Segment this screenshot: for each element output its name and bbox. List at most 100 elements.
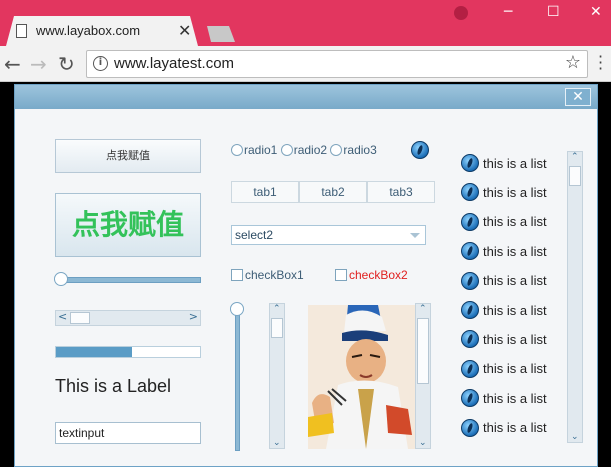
checkbox-2[interactable]: checkBox2	[335, 268, 408, 282]
dialog-header[interactable]: ✕	[15, 85, 597, 109]
bookmark-star-icon[interactable]: ☆	[565, 52, 581, 73]
tab-close-icon[interactable]: ✕	[178, 21, 191, 40]
tab-3[interactable]: tab3	[367, 181, 435, 203]
chevron-down-icon[interactable]	[410, 233, 420, 238]
assign-button-small[interactable]: 点我赋值	[55, 139, 201, 173]
radio-label: radio1	[244, 143, 278, 157]
checkbox-2-label: checkBox2	[349, 268, 408, 282]
list-item[interactable]: this is a list	[461, 388, 547, 408]
back-icon[interactable]: ←	[4, 52, 21, 76]
radio-option[interactable]: radio2	[280, 143, 328, 157]
info-icon[interactable]: i	[93, 56, 108, 71]
scroll-up-icon[interactable]: ⌃	[273, 304, 281, 314]
list-item[interactable]: this is a list	[461, 182, 547, 202]
vertical-slider-thumb[interactable]	[230, 302, 244, 316]
scroll-down-icon[interactable]: ⌄	[273, 438, 281, 448]
clip-icon	[461, 301, 479, 319]
checkbox-1[interactable]: checkBox1	[231, 268, 304, 282]
list-item[interactable]: this is a list	[461, 212, 547, 232]
vertical-scrollbar[interactable]: ⌃ ⌄	[269, 303, 285, 449]
combo-box[interactable]: select2	[231, 225, 426, 245]
list-item[interactable]: this is a list	[461, 300, 547, 320]
radio-icon[interactable]	[231, 144, 243, 156]
list-item[interactable]: this is a list	[461, 271, 547, 291]
horizontal-scrollbar[interactable]: < >	[55, 310, 201, 326]
maximize-icon[interactable]: ☐	[547, 4, 560, 20]
combo-box-value: select2	[235, 228, 274, 242]
list-item-label: this is a list	[483, 390, 547, 406]
clip-icon	[461, 271, 479, 290]
list-item[interactable]: this is a list	[461, 359, 547, 379]
list-item-label: this is a list	[483, 302, 547, 318]
list-item-label: this is a list	[483, 420, 547, 436]
scroll-left-icon[interactable]: <	[58, 310, 67, 323]
scroll-down-icon[interactable]: ⌄	[419, 438, 427, 448]
clip-icon	[461, 359, 479, 378]
scroll-down-icon[interactable]: ⌄	[571, 432, 579, 442]
radio-option[interactable]: radio3	[330, 143, 377, 157]
list-item-label: this is a list	[483, 361, 547, 377]
list-item-label: this is a list	[483, 243, 547, 259]
window-close-icon[interactable]: ✕	[590, 4, 602, 20]
clip-icon	[461, 330, 479, 349]
browser-tab-active[interactable]: www.layabox.com ✕	[6, 16, 198, 46]
assign-button-big[interactable]: 点我赋值	[55, 193, 201, 257]
radio-icon[interactable]	[280, 144, 293, 156]
list-item-label: this is a list	[483, 214, 547, 230]
clip-icon	[461, 418, 479, 437]
clip-icon	[461, 154, 479, 172]
address-url[interactable]: www.layatest.com	[114, 55, 234, 72]
progress-fill	[56, 347, 133, 357]
horizontal-slider[interactable]	[59, 277, 201, 283]
radio-group: radio1 radio2 radio3	[231, 143, 377, 159]
list-item[interactable]: this is a list	[461, 329, 547, 349]
reload-icon[interactable]: ↻	[58, 52, 75, 76]
list-item-label: this is a list	[483, 273, 547, 289]
menu-icon[interactable]: · · ·	[598, 49, 603, 77]
tab-bar: tab1 tab2 tab3	[231, 181, 435, 203]
scroll-right-icon[interactable]: >	[189, 310, 198, 323]
checkbox-icon[interactable]	[335, 269, 347, 281]
scroll-up-icon[interactable]: ⌃	[419, 304, 427, 314]
radio-label: radio2	[293, 143, 328, 157]
list-item[interactable]: this is a list	[461, 418, 547, 438]
list-scrollbar[interactable]: ⌃ ⌄	[567, 151, 583, 443]
vertical-scrollbar-thumb[interactable]	[271, 318, 283, 338]
scroll-up-icon[interactable]: ⌃	[571, 152, 579, 162]
browser-toolbar: ← → ↻ i www.layatest.com ☆ · · ·	[0, 46, 611, 82]
forward-icon[interactable]: →	[30, 52, 47, 76]
list-item-label: this is a list	[483, 184, 547, 200]
list-item[interactable]: this is a list	[461, 153, 547, 173]
minimize-icon[interactable]: ─	[504, 4, 512, 20]
new-tab-button[interactable]	[207, 26, 235, 42]
browser-titlebar: www.layabox.com ✕ ─ ☐ ✕	[0, 0, 611, 46]
list-scrollbar-thumb[interactable]	[569, 166, 581, 186]
vertical-slider[interactable]	[235, 307, 240, 451]
address-bar[interactable]: i www.layatest.com ☆	[86, 50, 588, 78]
tab-2[interactable]: tab2	[299, 181, 367, 203]
clip-icon[interactable]	[411, 141, 429, 159]
horizontal-scrollbar-thumb[interactable]	[70, 312, 90, 324]
list-item-label: this is a list	[483, 155, 547, 171]
text-input[interactable]: textinput	[55, 422, 201, 444]
checkbox-icon[interactable]	[231, 269, 243, 281]
dialog-close-button[interactable]: ✕	[565, 88, 591, 106]
radio-label: radio3	[343, 143, 377, 157]
radio-icon[interactable]	[330, 144, 343, 156]
tab-title: www.layabox.com	[36, 23, 141, 38]
label-text: This is a Label	[55, 376, 172, 396]
clip-icon	[461, 212, 479, 231]
image-scrollbar[interactable]: ⌃ ⌄	[415, 303, 431, 449]
user-icon[interactable]	[454, 6, 468, 20]
character-image	[308, 305, 415, 449]
radio-option[interactable]: radio1	[231, 143, 277, 157]
page-icon	[16, 24, 27, 38]
horizontal-slider-thumb[interactable]	[54, 272, 68, 286]
ui-dialog: ✕ 点我赋值 点我赋值 < > This is a Label textinpu…	[14, 84, 598, 467]
clip-icon	[461, 389, 479, 408]
clip-icon	[461, 183, 479, 202]
list-item[interactable]: this is a list	[461, 241, 547, 261]
list-item-label: this is a list	[483, 331, 547, 347]
tab-1[interactable]: tab1	[231, 181, 299, 203]
image-scrollbar-thumb[interactable]	[417, 318, 429, 384]
